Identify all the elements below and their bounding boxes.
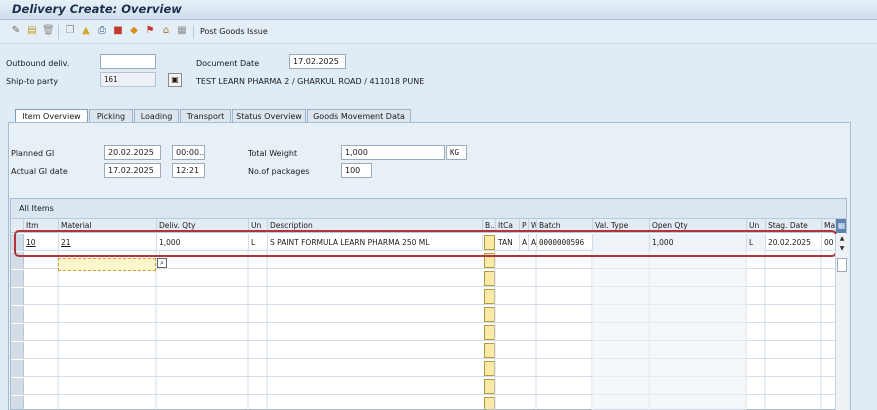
scroll-thumb[interactable] xyxy=(837,258,847,272)
packages-field[interactable]: 100 xyxy=(341,163,372,178)
ship-to-address: TEST LEARN PHARMA 2 / GHARKUL ROAD / 411… xyxy=(196,77,425,86)
col-b[interactable]: B.. xyxy=(483,219,496,233)
col-un-2[interactable]: Un xyxy=(747,219,766,233)
col-description[interactable]: Description xyxy=(268,219,483,233)
col-itca[interactable]: ItCa xyxy=(496,219,520,233)
col-val-type[interactable]: Val. Type xyxy=(593,219,650,233)
header-icon[interactable]: ▲ xyxy=(80,25,92,37)
hierarchy-icon[interactable]: ■ xyxy=(112,25,124,37)
display-change-icon[interactable]: ✎ xyxy=(10,25,22,37)
cell-itm[interactable]: 10 xyxy=(24,234,59,251)
cell-val-type[interactable] xyxy=(593,234,650,251)
cell-w[interactable]: A xyxy=(529,234,537,251)
grid-icon[interactable]: ▦ xyxy=(176,25,188,37)
partner-details-icon[interactable]: ▣ xyxy=(168,73,182,87)
post-goods-issue-button[interactable]: Post Goods Issue xyxy=(200,27,268,36)
tab-goods-movement-data[interactable]: Goods Movement Data xyxy=(307,109,411,123)
loading-icon[interactable]: ⌂ xyxy=(160,25,172,37)
cell-batch[interactable]: 0000000596 xyxy=(537,234,593,251)
col-deliv-qty[interactable]: Deliv. Qty xyxy=(157,219,249,233)
tab-picking[interactable]: Picking xyxy=(89,109,133,123)
cell-material[interactable]: 21 xyxy=(59,234,157,251)
flag-icon[interactable]: ⚑ xyxy=(144,25,156,37)
total-weight-label: Total Weight xyxy=(248,149,298,158)
ship-to-label: Ship-to party xyxy=(6,77,59,86)
cell-description[interactable]: S PAINT FORMULA LEARN PHARMA 250 ML xyxy=(268,234,483,251)
ship-to-field[interactable]: 161 xyxy=(100,72,156,87)
tab-transport[interactable]: Transport xyxy=(180,109,231,123)
col-p[interactable]: P xyxy=(520,219,529,233)
actual-gi-time-field[interactable]: 12:21 xyxy=(172,163,205,178)
outbound-deliv-label: Outbound deliv. xyxy=(6,59,70,68)
delete-icon[interactable]: 🗑 xyxy=(42,25,55,37)
table-header: Itm Material Deliv. Qty Un Description B… xyxy=(11,219,846,233)
actual-gi-label: Actual GI date xyxy=(11,167,68,176)
items-table-title: All Items xyxy=(11,199,846,219)
tab-status-overview[interactable]: Status Overview xyxy=(232,109,306,123)
scroll-up-icon[interactable]: ▲ xyxy=(836,234,848,244)
cell-p[interactable]: A xyxy=(520,234,529,251)
print-icon[interactable]: ⎙ xyxy=(96,25,108,37)
select-all-header[interactable] xyxy=(11,219,24,233)
document-date-field[interactable]: 17.02.2025 xyxy=(289,54,346,69)
title-bar: Delivery Create: Overview xyxy=(0,0,877,20)
window-title: Delivery Create: Overview xyxy=(12,2,182,16)
scroll-down-icon[interactable]: ▼ xyxy=(836,244,848,254)
document-date-label: Document Date xyxy=(196,59,260,68)
table-scrollbar[interactable]: ▲ ▼ xyxy=(835,234,847,410)
col-batch[interactable]: Batch xyxy=(537,219,593,233)
column-settings-icon[interactable]: ▦ xyxy=(836,219,846,233)
outbound-deliv-field[interactable] xyxy=(100,54,156,69)
picking-icon[interactable]: ◆ xyxy=(128,25,140,37)
cell-open-qty: 1,000 xyxy=(650,234,747,251)
row-selector[interactable] xyxy=(11,234,24,251)
copy-icon[interactable]: ❐ xyxy=(64,25,76,37)
toolbar-separator xyxy=(58,25,59,39)
cell-deliv-qty[interactable]: 1,000 xyxy=(157,234,249,251)
col-un[interactable]: Un xyxy=(249,219,268,233)
total-weight-field[interactable]: 1,000 xyxy=(341,145,445,160)
search-help-icon[interactable]: ⌕ xyxy=(157,258,167,268)
cell-ma[interactable]: 00 xyxy=(822,234,836,251)
cell-un-2: L xyxy=(747,234,766,251)
col-stag-date[interactable]: Stag. Date xyxy=(766,219,822,233)
material-input-cell[interactable] xyxy=(58,258,156,271)
application-toolbar: ✎ ▤ 🗑 ❐ ▲ ⎙ ■ ◆ ⚑ ⌂ ▦ Post Goods Issue xyxy=(0,20,877,44)
table-row[interactable]: 10 21 1,000 L S PAINT FORMULA LEARN PHAR… xyxy=(11,234,836,251)
col-w[interactable]: W xyxy=(529,219,537,233)
planned-gi-time-field[interactable]: 00:00.. xyxy=(172,145,205,160)
batch-split-checkbox[interactable] xyxy=(484,235,495,250)
planned-gi-date-field[interactable]: 20.02.2025 xyxy=(104,145,161,160)
document-icon[interactable]: ▤ xyxy=(26,25,38,37)
actual-gi-date-field[interactable]: 17.02.2025 xyxy=(104,163,161,178)
cell-stag-date[interactable]: 20.02.2025 xyxy=(766,234,822,251)
col-itm[interactable]: Itm xyxy=(24,219,59,233)
grid-column-lines xyxy=(57,251,822,410)
col-ma[interactable]: Ma xyxy=(822,219,836,233)
weight-unit-field[interactable]: KG xyxy=(446,145,467,160)
tab-item-overview[interactable]: Item Overview xyxy=(15,109,88,123)
planned-gi-label: Planned GI xyxy=(11,149,55,158)
toolbar-separator xyxy=(193,25,194,39)
packages-label: No.of packages xyxy=(248,167,310,176)
col-material[interactable]: Material xyxy=(59,219,157,233)
tab-loading[interactable]: Loading xyxy=(134,109,179,123)
cell-itca[interactable]: TAN xyxy=(496,234,520,251)
col-open-qty[interactable]: Open Qty xyxy=(650,219,747,233)
cell-un[interactable]: L xyxy=(249,234,268,251)
